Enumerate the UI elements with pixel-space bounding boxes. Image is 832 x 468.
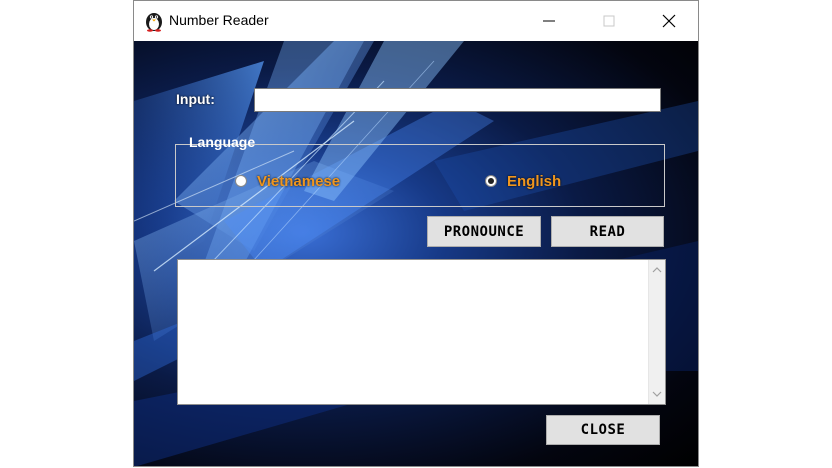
input-label: Input:: [176, 91, 215, 107]
close-window-button[interactable]: [646, 1, 692, 41]
output-textarea[interactable]: [177, 259, 666, 405]
client-area: Input: Language Vietnamese English PRONO…: [134, 41, 698, 466]
maximize-icon: [603, 15, 615, 27]
output-scrollbar[interactable]: [648, 260, 665, 404]
scroll-down-icon[interactable]: [652, 389, 662, 399]
minimize-button[interactable]: [526, 1, 572, 41]
language-group-label: Language: [189, 134, 256, 150]
minimize-icon: [543, 20, 555, 22]
close-icon: [662, 14, 676, 28]
window-title: Number Reader: [169, 12, 269, 28]
number-input[interactable]: [254, 88, 661, 112]
title-bar[interactable]: Number Reader: [134, 1, 698, 41]
read-button[interactable]: READ: [551, 216, 664, 247]
app-window: Number Reader Input: Language Vietnamese…: [133, 0, 699, 467]
language-group: Language Vietnamese English: [175, 134, 665, 207]
radio-english-indicator[interactable]: [485, 175, 497, 187]
pronounce-button[interactable]: PRONOUNCE: [427, 216, 541, 247]
scroll-up-icon[interactable]: [652, 265, 662, 275]
radio-vietnamese[interactable]: Vietnamese: [235, 171, 340, 191]
close-button[interactable]: CLOSE: [546, 415, 660, 445]
radio-english-label[interactable]: English: [507, 173, 561, 190]
radio-vietnamese-indicator[interactable]: [235, 175, 247, 187]
maximize-button[interactable]: [586, 1, 632, 41]
penguin-app-icon: [144, 10, 164, 32]
radio-english[interactable]: English: [485, 171, 561, 191]
radio-vietnamese-label[interactable]: Vietnamese: [257, 173, 340, 190]
